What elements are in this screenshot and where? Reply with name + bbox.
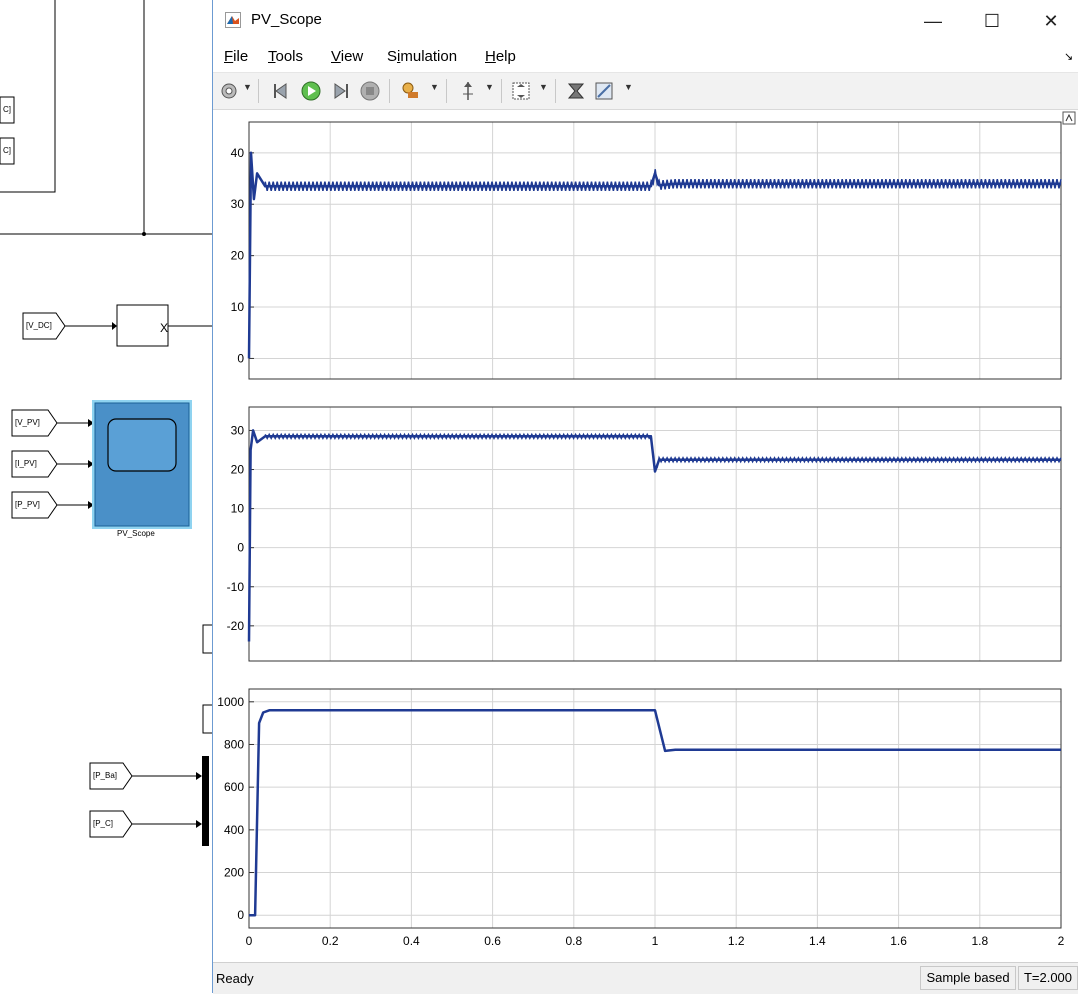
y-tick-label: -10	[227, 580, 245, 594]
partial-goto-label: C]	[3, 146, 11, 155]
x-tick-label: 0	[246, 934, 253, 948]
x-tick-label: 0.8	[565, 934, 582, 948]
menu-help[interactable]: Help	[485, 48, 516, 65]
x-tick-label: 1	[652, 934, 659, 948]
scope-block-label: PV_Scope	[117, 529, 155, 538]
y-tick-label: 0	[237, 908, 244, 922]
partial-goto-label: C]	[3, 105, 11, 114]
chevron-down-icon[interactable]: ▼	[624, 82, 633, 92]
x-tick-label: 1.2	[728, 934, 745, 948]
window-title: PV_Scope	[251, 11, 322, 28]
toolbar: ▼ ▼ ▼ ▼ ▼	[213, 72, 1078, 110]
x-tick-label: 0.2	[322, 934, 339, 948]
scope-plots-svg: 010203040-20-100102030020040060080010000…	[217, 111, 1076, 948]
menu-file[interactable]: File	[224, 48, 248, 65]
goto-tag-v-dc[interactable]: [V_DC]	[23, 313, 52, 339]
y-tick-label: 200	[224, 866, 244, 880]
goto-tag-p-pv[interactable]: [P_PV]	[12, 492, 40, 518]
simulation-time-indicator: T=2.000	[1018, 966, 1078, 990]
step-back-icon[interactable]	[271, 80, 293, 102]
status-text: Ready	[216, 971, 254, 986]
maximize-button[interactable]: ☐	[972, 6, 1012, 36]
status-bar: Ready Sample based T=2.000	[213, 962, 1078, 994]
close-button[interactable]: ✕	[1031, 6, 1071, 36]
y-tick-label: 800	[224, 737, 244, 751]
goto-tag-i-pv[interactable]: [I_PV]	[12, 451, 37, 477]
y-tick-label: 600	[224, 780, 244, 794]
y-tick-label: 20	[231, 463, 245, 477]
toolbar-separator	[446, 79, 447, 103]
highlight-icon[interactable]	[400, 80, 422, 102]
sample-mode-indicator: Sample based	[920, 966, 1016, 990]
expand-axes-button[interactable]	[1062, 111, 1076, 125]
title-bar[interactable]: PV_Scope — ☐ ✕	[213, 0, 1078, 42]
goto-tag-p-ba[interactable]: [P_Ba]	[90, 763, 117, 789]
x-tick-label: 0.6	[484, 934, 501, 948]
x-tick-label: 0.4	[403, 934, 420, 948]
x-tick-label: 1.4	[809, 934, 826, 948]
scope-window: PV_Scope — ☐ ✕ File Tools View Simulatio…	[212, 0, 1078, 994]
export-icon[interactable]	[565, 80, 587, 102]
toolbar-separator	[258, 79, 259, 103]
dock-arrow-icon[interactable]: ↘	[1064, 50, 1073, 63]
chevron-down-icon[interactable]: ▼	[485, 82, 494, 92]
y-tick-label: 0	[237, 351, 244, 365]
matlab-app-icon	[225, 12, 241, 28]
minimize-button[interactable]: —	[913, 6, 953, 36]
style-icon[interactable]	[593, 80, 615, 102]
toolbar-separator	[555, 79, 556, 103]
y-tick-label: 10	[231, 502, 245, 516]
x-tick-label: 1.8	[971, 934, 988, 948]
y-tick-label: 40	[231, 146, 245, 160]
goto-tag-p-c[interactable]: [P_C]	[90, 811, 113, 837]
scope-plot-area: 0 10 20 30 40 -20 -10 0 10 20 30 0 200 400 600 800 1000 0…	[213, 110, 1078, 962]
svg-text:X: X	[160, 321, 168, 335]
run-icon[interactable]	[300, 80, 322, 102]
y-tick-label: 400	[224, 823, 244, 837]
y-tick-label: 30	[231, 423, 245, 437]
menu-view[interactable]: View	[331, 48, 363, 65]
menu-bar: File Tools View Simulation Help ↘	[213, 42, 1078, 72]
toolbar-separator	[389, 79, 390, 103]
y-tick-label: 10	[231, 300, 245, 314]
y-tick-label: 20	[231, 249, 245, 263]
settings-icon[interactable]	[218, 80, 240, 102]
y-tick-label: 0	[237, 541, 244, 555]
y-tick-label: 30	[231, 197, 245, 211]
chevron-down-icon[interactable]: ▼	[243, 82, 252, 92]
step-forward-icon[interactable]	[329, 80, 351, 102]
x-tick-label: 2	[1058, 934, 1065, 948]
menu-simulation[interactable]: Simulation	[387, 48, 457, 65]
y-tick-label: -20	[227, 619, 245, 633]
stop-icon[interactable]	[359, 80, 381, 102]
goto-tag-v-pv[interactable]: [V_PV]	[12, 410, 40, 436]
menu-tools[interactable]: Tools	[268, 48, 303, 65]
toolbar-separator	[501, 79, 502, 103]
x-tick-label: 1.6	[890, 934, 907, 948]
cursor-icon[interactable]	[457, 80, 479, 102]
chevron-down-icon[interactable]: ▼	[539, 82, 548, 92]
zoom-fit-icon[interactable]	[510, 80, 532, 102]
chevron-down-icon[interactable]: ▼	[430, 82, 439, 92]
y-tick-label: 1000	[217, 695, 244, 709]
